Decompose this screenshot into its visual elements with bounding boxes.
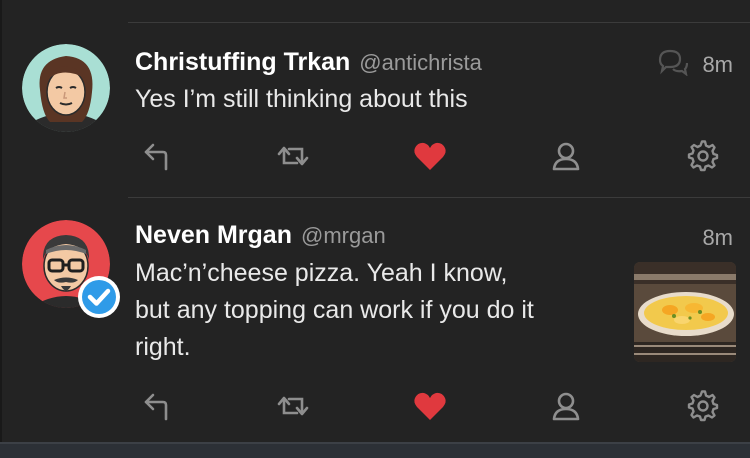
tweet-header: Neven Mrgan @mrgan [135,221,386,255]
tweet-time[interactable]: 8m [702,225,733,251]
tweet-text: Mac’n’cheese pizza. Yeah I know, but any… [135,255,625,366]
author-name[interactable]: Christuffing Trkan [135,48,350,77]
divider-middle [128,197,750,198]
like-button[interactable] [410,386,450,426]
tweet-actions [0,136,750,176]
conversation-icon[interactable] [656,48,689,81]
timeline: Christuffing Trkan @antichrista 8m Yes I… [0,0,750,458]
user-icon [552,142,580,171]
author-handle[interactable]: @mrgan [301,223,386,249]
heart-icon [414,392,446,420]
settings-button[interactable] [683,136,723,176]
media-thumbnail[interactable] [634,262,736,362]
gear-icon [687,390,719,422]
bottom-bar [0,442,750,458]
reply-button[interactable] [137,386,177,426]
tweet-time[interactable]: 8m [702,52,733,78]
author-handle[interactable]: @antichrista [359,50,482,76]
author-name[interactable]: Neven Mrgan [135,221,292,250]
like-button[interactable] [410,136,450,176]
tweet-text-line: Mac’n’cheese pizza. Yeah I know, [135,259,508,287]
gear-icon [687,140,719,172]
profile-button[interactable] [546,136,586,176]
retweet-icon [277,146,309,166]
divider-top [128,22,750,23]
retweet-icon [277,396,309,416]
tweet-header: Christuffing Trkan @antichrista [135,48,482,82]
window-edge [0,0,2,444]
tweet-text: Yes I’m still thinking about this [135,85,468,113]
tweet-actions [0,386,750,426]
user-icon [552,392,580,421]
profile-button[interactable] [546,386,586,426]
retweet-button[interactable] [273,136,313,176]
avatar-antichrista[interactable] [22,44,110,132]
settings-button[interactable] [683,386,723,426]
reply-icon [144,143,168,171]
reply-button[interactable] [137,136,177,176]
tweet-text-line: right. [135,333,191,361]
reply-icon [144,393,168,421]
heart-icon [414,142,446,170]
tweet-text-line: but any topping can work if you do it [135,296,534,324]
verified-badge-icon [76,274,122,320]
retweet-button[interactable] [273,386,313,426]
